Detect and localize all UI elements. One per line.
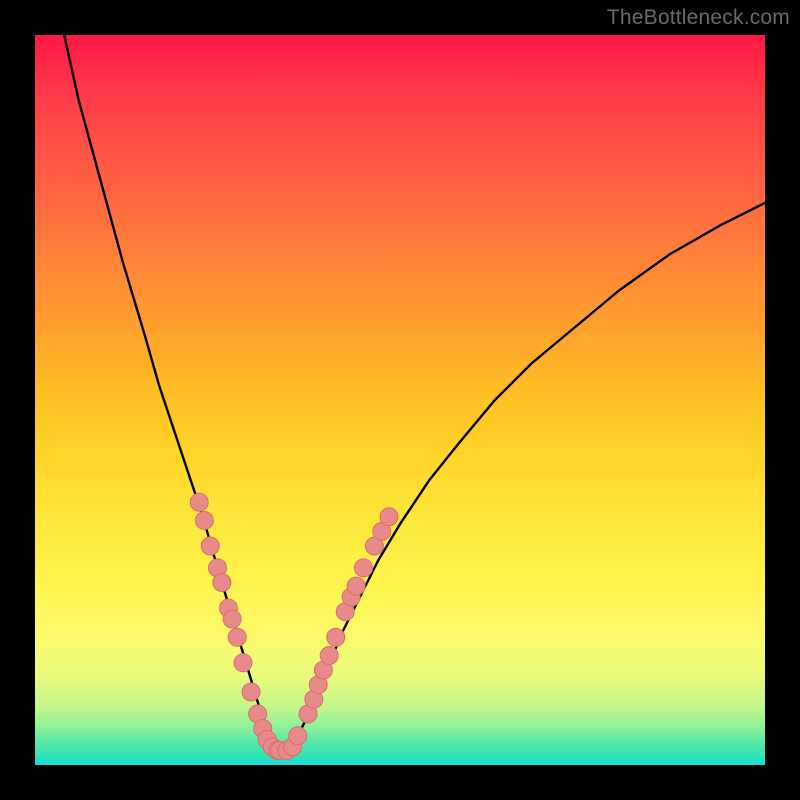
data-marker bbox=[190, 493, 208, 511]
data-marker bbox=[213, 574, 231, 592]
data-marker bbox=[380, 508, 398, 526]
data-marker bbox=[347, 577, 365, 595]
data-markers bbox=[190, 493, 398, 759]
data-marker bbox=[201, 537, 219, 555]
data-marker bbox=[234, 654, 252, 672]
data-marker bbox=[355, 559, 373, 577]
data-marker bbox=[223, 610, 241, 628]
data-marker bbox=[327, 628, 345, 646]
data-marker bbox=[242, 683, 260, 701]
data-marker bbox=[228, 628, 246, 646]
bottleneck-curve bbox=[64, 35, 765, 750]
data-marker bbox=[195, 511, 213, 529]
plot-area bbox=[35, 35, 765, 765]
data-marker bbox=[320, 647, 338, 665]
chart-frame: TheBottleneck.com bbox=[0, 0, 800, 800]
watermark-text: TheBottleneck.com bbox=[607, 6, 790, 30]
chart-svg bbox=[35, 35, 765, 765]
data-marker bbox=[289, 727, 307, 745]
